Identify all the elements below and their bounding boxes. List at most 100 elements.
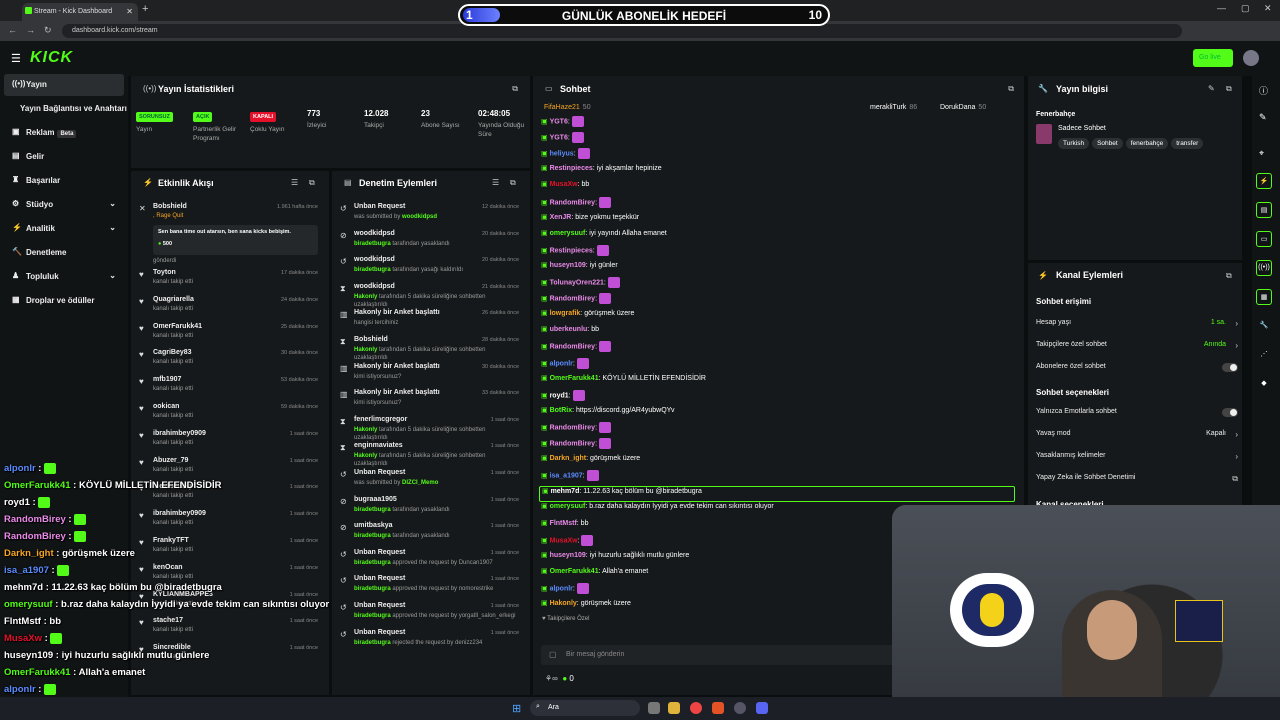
filter-icon[interactable]: ☰ xyxy=(291,178,298,187)
channel-setting-row[interactable]: Yasaklanmış kelimeler › xyxy=(1036,452,1240,470)
channel-setting-row[interactable]: Abonelere özel sohbet xyxy=(1036,363,1240,381)
chat-message[interactable]: ▣ FlntMstf: bb xyxy=(541,519,588,535)
user-avatar[interactable] xyxy=(1243,50,1259,66)
chat-message[interactable]: ▣ RandomBirey: xyxy=(541,438,611,454)
popout-icon[interactable]: ⧉ xyxy=(1226,271,1232,281)
moderation-item[interactable]: ▥ Hakonly bir Anket başlattı kimi istiyors… xyxy=(332,387,527,414)
chat-username[interactable]: omerysuuf xyxy=(550,503,586,510)
chat-message[interactable]: ▣ Restinpieces: iyi akşamlar hepinize xyxy=(541,164,662,180)
toggle-switch[interactable] xyxy=(1222,408,1238,417)
chat-message[interactable]: ▣ huseyn109: iyi huzurlu sağlıklı mutlu … xyxy=(541,551,689,567)
sidebar-item[interactable]: ♜ Başarılar xyxy=(4,170,124,192)
moderation-item[interactable]: ⧗ woodkidpsd Hakonly tarafından 5 dakika s… xyxy=(332,281,527,308)
chat-message[interactable]: ▣ mehm7d: 11.22.63 kaç bölüm bu @biradet… xyxy=(539,486,1015,503)
windows-start-icon[interactable]: ⊞ xyxy=(512,702,521,715)
chat-username[interactable]: RandomBirey xyxy=(550,344,596,351)
channel-setting-row[interactable]: Yapay Zeka ile Sohbet Denetimi ⧉ xyxy=(1036,474,1240,492)
edit-icon[interactable]: ✎ xyxy=(1208,84,1215,93)
filter-icon[interactable]: ☰ xyxy=(492,178,499,187)
crosshair-icon[interactable]: ⌖ xyxy=(1259,148,1264,159)
channel-setting-row[interactable]: Takipçilere özel sohbet Anında › xyxy=(1036,341,1240,359)
activity-item[interactable]: ✕ Bobshield , Rage Quit Sen bana time out a… xyxy=(131,201,326,267)
moderation-item[interactable]: ⊘ bugraaa1905 biradetbugra tarafından yasa… xyxy=(332,494,527,521)
url-field[interactable]: dashboard.kick.com/stream xyxy=(62,24,1182,38)
chat-message[interactable]: ▣ BotRix: https://discord.gg/AR4yubwQYv xyxy=(541,406,674,422)
top-gifter[interactable]: DorukDana 50 xyxy=(940,104,986,111)
reload-icon[interactable]: ↻ xyxy=(44,25,52,36)
task-view-icon[interactable] xyxy=(648,702,660,714)
chat-message[interactable]: ▣ lowgrafik: görüşmek üzere xyxy=(541,309,634,325)
activity-item[interactable]: ♥ stache17 kanalı takip etti 1 saat önce xyxy=(131,615,326,642)
moderation-item[interactable]: ⧗ fenerlimcgregor Hakonly tarafından 5 dak… xyxy=(332,414,527,441)
chat-message[interactable]: ▣ royd1: xyxy=(541,389,585,406)
activity-item[interactable]: ♥ Toyton kanalı takip etti 17 dakika önce xyxy=(131,267,326,294)
moderation-item[interactable]: ▥ Hakonly bir Anket başlattı hangisi terci… xyxy=(332,307,527,334)
chat-bubble-icon[interactable]: ▭ xyxy=(1256,231,1272,247)
chat-username[interactable]: MusaXw xyxy=(550,181,578,188)
channel-setting-row[interactable]: Hesap yaşı 1 sa. › xyxy=(1036,319,1240,337)
tag[interactable]: fenerbahçe xyxy=(1125,138,1169,149)
chat-username[interactable]: alponlr xyxy=(550,360,573,367)
chat-message[interactable]: ▣ alponlr: xyxy=(541,582,589,599)
sidebar-item[interactable]: ((•)) Yayın xyxy=(4,74,124,96)
sidebar-item[interactable]: ▦ Droplar ve ödüller xyxy=(4,290,124,312)
chat-username[interactable]: Restinpieces xyxy=(550,247,593,254)
chat-username[interactable]: OmerFarukk41 xyxy=(550,375,599,382)
chat-message[interactable]: ▣ Restinpieces: xyxy=(541,244,609,261)
moderation-item[interactable]: ⧗ Bobshield Hakonly tarafından 5 dakika sü… xyxy=(332,334,527,361)
activity-item[interactable]: ♥ Abuzer_79 kanalı takip etti 1 saat önce xyxy=(131,455,326,482)
broadcast-icon[interactable]: ((•)) xyxy=(1256,260,1272,276)
chat-message[interactable]: ▣ OmerFarukk41: KÖYLÜ MİLLETİN EFENDİSİD… xyxy=(541,374,706,390)
tag[interactable]: Sohbet xyxy=(1092,138,1123,149)
chat-username[interactable]: omerysuuf xyxy=(550,230,586,237)
chat-username[interactable]: royd1 xyxy=(550,392,569,399)
sidebar-item[interactable]: 🔨 Denetleme xyxy=(4,242,124,264)
chat-message[interactable]: ▣ heliyus: xyxy=(541,148,590,164)
close-tab-icon[interactable]: ✕ xyxy=(126,7,133,16)
moderation-item[interactable]: ⧗ enginmaviates Hakonly tarafından 5 dakik… xyxy=(332,440,527,467)
chat-username[interactable]: YGT6 xyxy=(550,118,568,125)
chat-username[interactable]: uberkeunlu xyxy=(550,326,588,333)
browser-tab[interactable]: Stream - Kick Dashboard ✕ xyxy=(22,3,138,21)
chat-message[interactable]: ▣ YGT6: xyxy=(541,132,584,148)
kicks-icon[interactable]: ⚘∞ xyxy=(545,674,558,683)
chat-message[interactable]: ▣ RandomBirey: xyxy=(541,421,611,438)
chat-message[interactable]: ▣ huseyn109: iyi günler xyxy=(541,261,618,277)
wrench-icon[interactable]: 🔧 xyxy=(1256,318,1272,334)
pencil-icon[interactable]: ✎ xyxy=(1259,112,1267,123)
moderation-item[interactable]: ↺ Unban Request biradetbugra rejected the … xyxy=(332,627,527,654)
channel-setting-row[interactable]: Yavaş mod Kapalı › xyxy=(1036,430,1240,448)
back-icon[interactable]: ← xyxy=(8,25,17,35)
chat-username[interactable]: YGT6 xyxy=(550,134,568,141)
popout-icon[interactable]: ⧉ xyxy=(512,84,518,94)
moderation-item[interactable]: ↺ Unban Request was submitted by woodkidps… xyxy=(332,201,527,228)
chat-message[interactable]: ▣ XenJR: bize yokmu teşekkür xyxy=(541,213,639,229)
chat-username[interactable]: huseyn109 xyxy=(550,552,586,559)
sidebar-item[interactable]: ⚙ Stüdyo ⌄ xyxy=(4,194,124,216)
github-icon[interactable] xyxy=(734,702,746,714)
moderation-item[interactable]: ↺ Unban Request biradetbugra approved the … xyxy=(332,600,527,627)
close-window-icon[interactable]: ✕ xyxy=(1264,3,1272,14)
chat-username[interactable]: RandomBirey xyxy=(550,440,596,447)
chat-message[interactable]: ▣ TolunayOren221: xyxy=(541,277,620,293)
activity-item[interactable]: ♥ ookican kanalı takip etti 59 dakika önce xyxy=(131,401,326,428)
brave-icon[interactable] xyxy=(712,702,724,714)
chat-username[interactable]: heliyus xyxy=(550,151,574,158)
chat-message[interactable]: ▣ isa_a1907: xyxy=(541,470,599,486)
chat-username[interactable]: RandomBirey xyxy=(550,424,596,431)
emote-icon[interactable]: ▢ xyxy=(549,650,557,659)
chat-username[interactable]: FlntMstf xyxy=(550,520,577,527)
share-icon[interactable]: ⋰ xyxy=(1256,347,1272,363)
moderation-item[interactable]: ↺ woodkidpsd biradetbugra tarafından yasağ… xyxy=(332,254,527,281)
info-icon[interactable]: ⓘ xyxy=(1259,84,1268,97)
minimize-icon[interactable]: — xyxy=(1217,3,1226,13)
activity-item[interactable]: ♥ FrankyTFT kanalı takip etti 1 saat önce xyxy=(131,535,326,562)
chat-message[interactable]: ▣ omerysuuf: b.raz daha kalaydın İyyidi … xyxy=(541,502,774,518)
chat-message[interactable]: ▣ MusaXw: xyxy=(541,534,594,551)
chat-message[interactable]: ▣ omerysuuf: iyi yayındı Allaha emanet xyxy=(541,229,667,245)
chat-message[interactable]: ▣ alponlr: xyxy=(541,357,589,374)
tag[interactable]: transfer xyxy=(1171,138,1204,149)
toggle-switch[interactable] xyxy=(1222,363,1238,372)
chat-username[interactable]: huseyn109 xyxy=(550,262,586,269)
layout-icon[interactable]: ▦ xyxy=(1256,289,1272,305)
